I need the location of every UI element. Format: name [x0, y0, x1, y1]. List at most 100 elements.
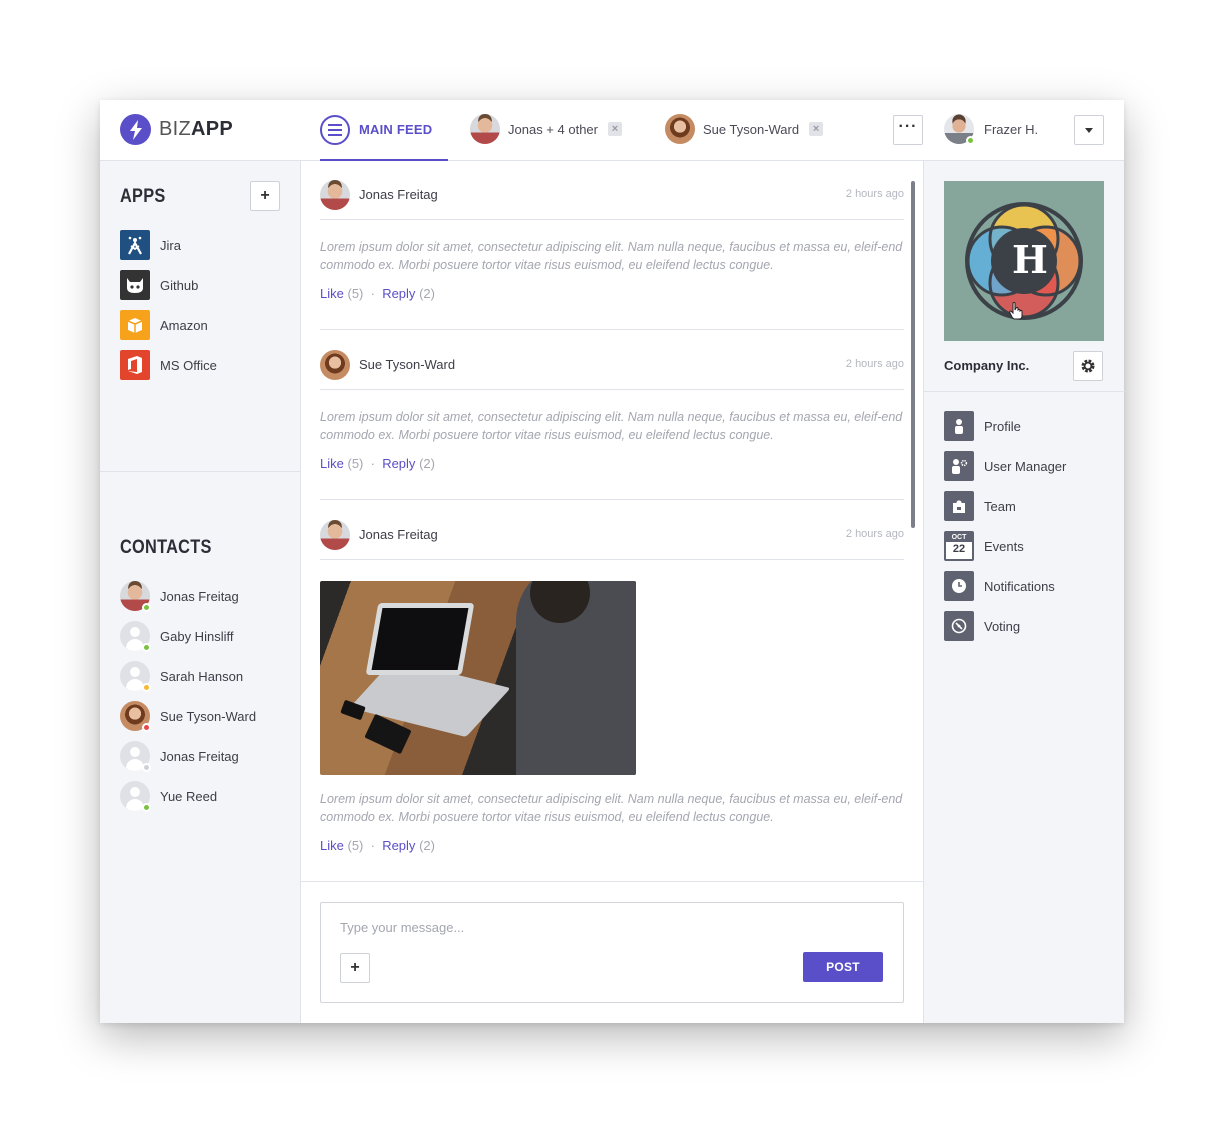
reply-count: (2): [419, 838, 435, 853]
post-header: Sue Tyson-Ward 2 hours ago: [320, 340, 904, 390]
main-feed: Jonas Freitag 2 hours ago Lorem ipsum do…: [301, 161, 923, 882]
separator: ·: [367, 456, 379, 471]
brand-logo[interactable]: BIZAPP: [120, 114, 233, 145]
post-header: Jonas Freitag 2 hours ago: [320, 170, 904, 220]
avatar: [120, 741, 151, 772]
amazon-icon: [120, 310, 150, 340]
contact-name: Jonas Freitag: [160, 588, 239, 604]
contact-item[interactable]: Sarah Hanson: [120, 661, 243, 692]
like-button[interactable]: Like: [320, 456, 344, 471]
menu-item-team[interactable]: Team: [944, 491, 1016, 521]
attach-button[interactable]: +: [340, 953, 370, 983]
menu-icon: [320, 114, 350, 145]
post-timestamp: 2 hours ago: [845, 528, 904, 540]
avatar[interactable]: [320, 519, 350, 550]
company-logo-letter: H: [1012, 237, 1048, 282]
divider: [100, 471, 300, 472]
reply-count: (2): [419, 456, 435, 471]
sidebar-item-ms-office[interactable]: MS Office: [120, 350, 217, 380]
post-author[interactable]: Sue Tyson-Ward: [359, 357, 455, 372]
avatar: [120, 701, 151, 732]
menu-item-label: Voting: [984, 618, 1021, 634]
sidebar-item-label: Amazon: [160, 317, 208, 333]
menu-item-label: Profile: [984, 418, 1021, 434]
contact-item[interactable]: Jonas Freitag: [120, 741, 239, 772]
like-button[interactable]: Like: [320, 286, 344, 301]
contact-item[interactable]: Yue Reed: [120, 781, 217, 812]
feed-post: Jonas Freitag 2 hours ago Lorem ipsum do…: [320, 510, 904, 853]
contact-item[interactable]: Sue Tyson-Ward: [120, 701, 256, 732]
avatar: [120, 621, 151, 652]
contact-item[interactable]: Gaby Hinsliff: [120, 621, 234, 652]
like-button[interactable]: Like: [320, 838, 344, 853]
hand-cursor-icon: [1009, 302, 1023, 320]
tab-chat-label: Jonas + 4 other: [508, 121, 598, 137]
avatar: [944, 114, 975, 145]
message-composer[interactable]: Type your message... + POST: [320, 902, 904, 1003]
github-icon: [120, 270, 150, 300]
close-icon[interactable]: ×: [809, 122, 824, 136]
status-away-icon: [142, 683, 151, 692]
menu-item-label: Events: [984, 538, 1024, 554]
tab-main-feed[interactable]: MAIN FEED: [320, 100, 448, 161]
post-actions: Like (5) · Reply (2): [320, 838, 904, 853]
contact-name: Gaby Hinsliff: [160, 628, 234, 644]
menu-item-user-manager[interactable]: User Manager: [944, 451, 1066, 481]
sidebar-item-jira[interactable]: Jira: [120, 230, 181, 260]
contact-item[interactable]: Jonas Freitag: [120, 581, 239, 612]
calendar-day: 22: [952, 543, 966, 555]
post-header: Jonas Freitag 2 hours ago: [320, 510, 904, 560]
status-offline-icon: [142, 763, 151, 772]
menu-item-voting[interactable]: Voting: [944, 611, 1020, 641]
compass-icon: [944, 611, 974, 641]
like-count: (5): [347, 838, 364, 853]
menu-item-events[interactable]: OCT 22 Events: [944, 531, 1024, 561]
tab-chat-sue[interactable]: Sue Tyson-Ward ×: [665, 113, 824, 145]
current-user[interactable]: Frazer H.: [944, 114, 1038, 145]
reply-button[interactable]: Reply: [382, 456, 415, 471]
contacts-heading: CONTACTS: [120, 537, 212, 558]
gear-icon: [1081, 359, 1095, 373]
more-options-button[interactable]: ···: [893, 115, 923, 145]
close-icon[interactable]: ×: [607, 122, 622, 136]
avatar[interactable]: [320, 349, 350, 380]
divider: [924, 391, 1125, 392]
left-sidebar: APPS + Jira Github Amazon MS Office CONT…: [100, 161, 301, 1023]
feed-scrollbar[interactable]: [911, 181, 915, 528]
brand-light: BIZ: [159, 118, 192, 140]
tab-chat-group[interactable]: Jonas + 4 other ×: [470, 113, 622, 145]
menu-item-profile[interactable]: Profile: [944, 411, 1021, 441]
sidebar-item-amazon[interactable]: Amazon: [120, 310, 208, 340]
top-bar: BIZAPP MAIN FEED Jonas + 4 other × Sue T…: [100, 100, 1124, 161]
post-timestamp: 2 hours ago: [845, 188, 904, 200]
message-input[interactable]: Type your message...: [340, 920, 464, 935]
post-author[interactable]: Jonas Freitag: [359, 527, 438, 542]
bolt-icon: [120, 114, 151, 145]
sidebar-item-label: MS Office: [160, 357, 217, 373]
contact-name: Jonas Freitag: [160, 748, 239, 764]
post-timestamp: 2 hours ago: [845, 358, 904, 370]
avatar: [120, 581, 151, 612]
clock-icon: [944, 571, 974, 601]
avatar[interactable]: [320, 179, 350, 210]
calendar-icon: OCT 22: [944, 531, 974, 561]
right-sidebar: H Company Inc. Profile User Manager Team…: [923, 161, 1125, 1023]
jira-icon: [120, 230, 150, 260]
ms-office-icon: [120, 350, 150, 380]
menu-item-notifications[interactable]: Notifications: [944, 571, 1055, 601]
user-menu-dropdown-button[interactable]: [1074, 115, 1104, 145]
avatar: [120, 781, 151, 812]
brand-name: BIZAPP: [159, 118, 233, 141]
reply-button[interactable]: Reply: [382, 286, 415, 301]
tab-main-feed-label: MAIN FEED: [359, 122, 433, 137]
add-app-button[interactable]: +: [250, 181, 280, 211]
reply-button[interactable]: Reply: [382, 838, 415, 853]
post-button[interactable]: POST: [803, 952, 883, 982]
post-body: Lorem ipsum dolor sit amet, consectetur …: [320, 240, 903, 272]
calendar-month: OCT: [946, 533, 972, 542]
post-image[interactable]: [320, 581, 636, 775]
company-settings-button[interactable]: [1073, 351, 1103, 381]
sidebar-item-github[interactable]: Github: [120, 270, 198, 300]
app-window: BIZAPP MAIN FEED Jonas + 4 other × Sue T…: [100, 100, 1125, 1023]
post-author[interactable]: Jonas Freitag: [359, 187, 438, 202]
